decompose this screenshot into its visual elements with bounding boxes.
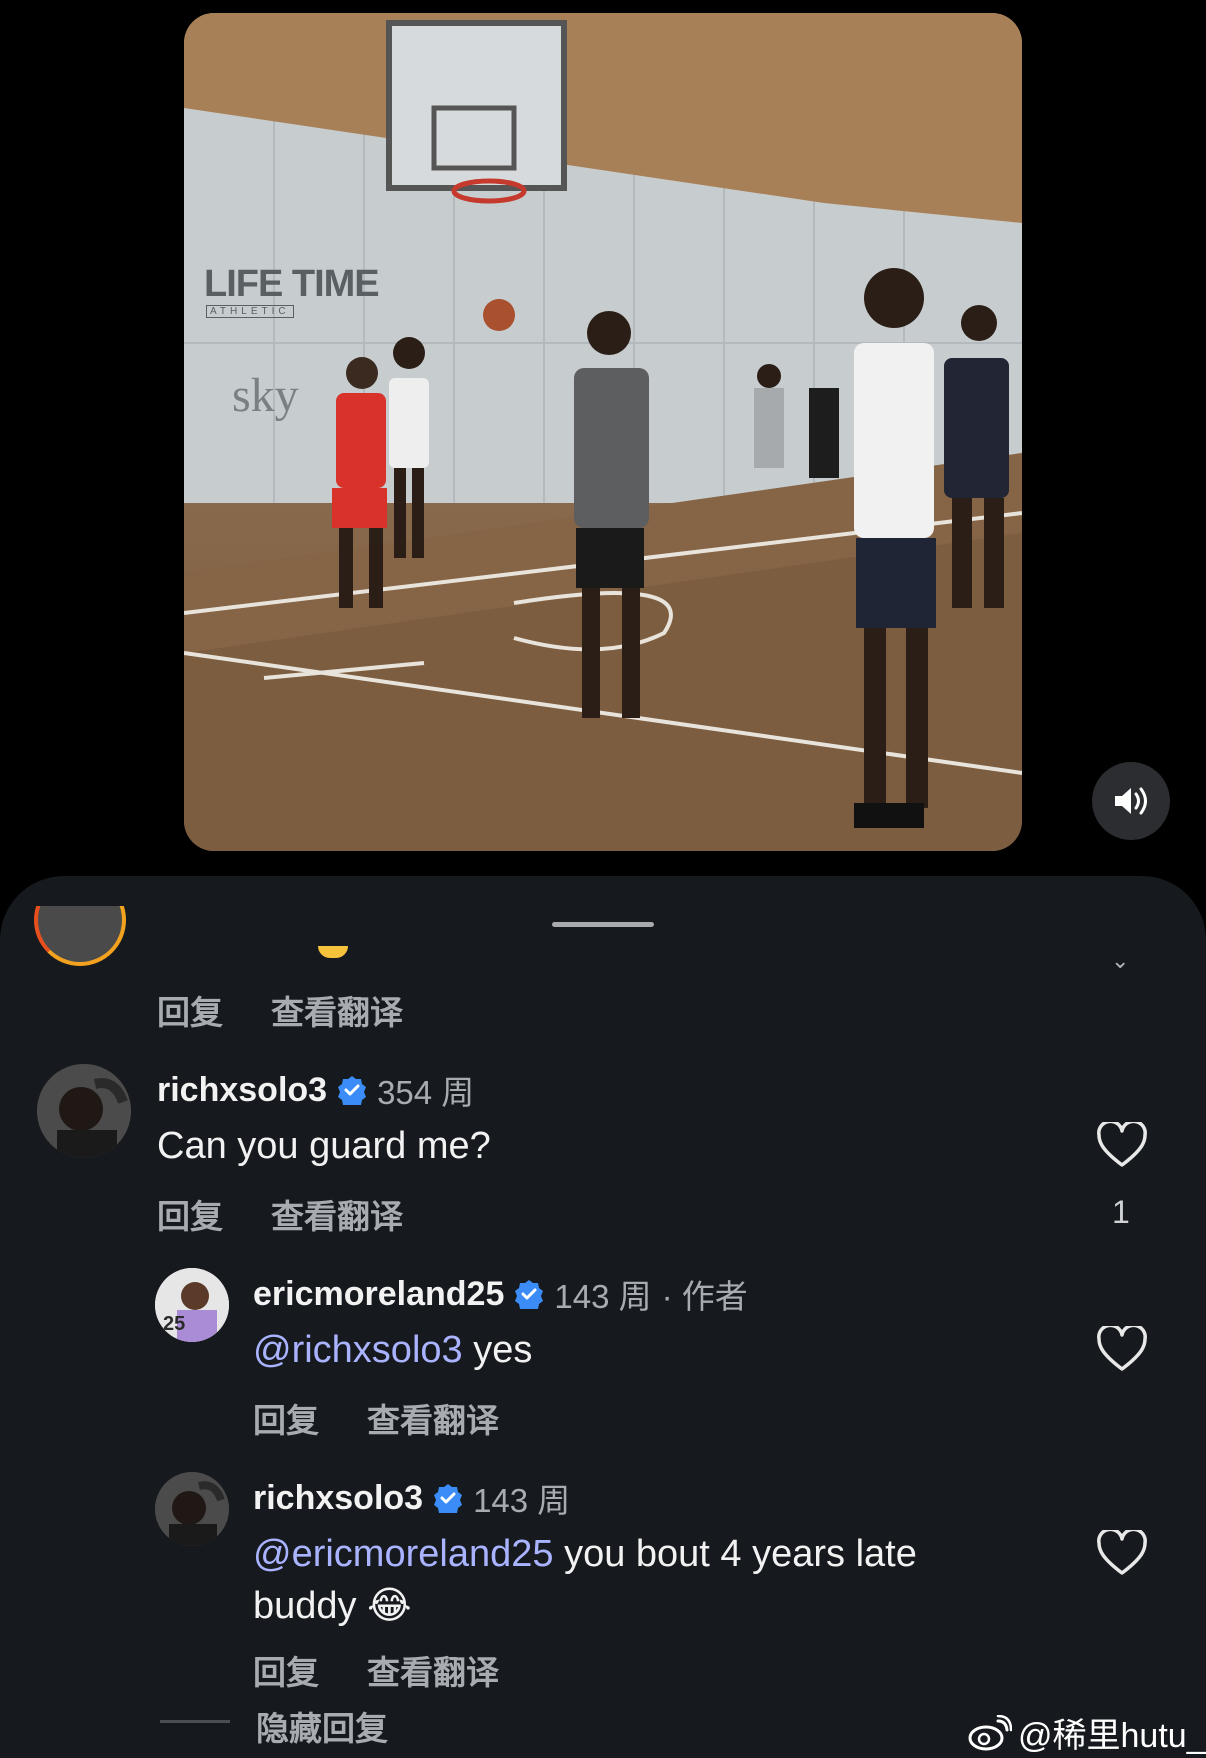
view-translation-button[interactable]: 查看翻译 bbox=[271, 1190, 403, 1238]
chevron-down-icon[interactable]: ⌄ bbox=[1111, 948, 1129, 974]
reply-text: @ericmoreland25 you bout 4 years late bu… bbox=[253, 1528, 1053, 1632]
reply-time: 143 周 bbox=[473, 1482, 571, 1519]
avatar[interactable]: 25 bbox=[155, 1268, 229, 1342]
reply-meta: ericmoreland25 143 周 · 作者 bbox=[253, 1270, 748, 1318]
verified-badge-icon bbox=[515, 1280, 544, 1309]
reply-time: 143 周 bbox=[554, 1278, 652, 1315]
reply-button[interactable]: 回复 bbox=[253, 1646, 319, 1694]
avatar-image bbox=[155, 1472, 229, 1546]
reply-text: @richxsolo3 yes bbox=[253, 1324, 532, 1376]
comment-meta: richxsolo3 354 周 bbox=[157, 1066, 474, 1114]
avatar[interactable] bbox=[34, 906, 126, 966]
comment-text: Can you guard me? bbox=[157, 1125, 491, 1167]
comment-actions: 回复 查看翻译 bbox=[157, 1190, 403, 1238]
verified-badge-icon bbox=[338, 1076, 367, 1105]
sound-toggle-button[interactable] bbox=[1092, 762, 1170, 840]
video-player[interactable]: LIFE TIME ATHLETIC sky bbox=[184, 13, 1022, 851]
avatar-image bbox=[37, 1064, 131, 1158]
comment-username[interactable]: richxsolo3 bbox=[157, 1071, 327, 1110]
reply-button[interactable]: 回复 bbox=[253, 1394, 319, 1442]
reply-actions: 回复 查看翻译 bbox=[253, 1394, 499, 1442]
reply-button[interactable]: 回复 bbox=[157, 1190, 223, 1238]
mention-link[interactable]: @richxsolo3 bbox=[253, 1329, 463, 1371]
avatar-image: 25 bbox=[155, 1268, 229, 1342]
video-frame bbox=[184, 13, 1022, 851]
hide-replies-button[interactable]: 隐藏回复 bbox=[256, 1702, 388, 1750]
weibo-watermark: @稀里hutu_ bbox=[968, 1708, 1206, 1757]
view-translation-button[interactable]: 查看翻译 bbox=[367, 1394, 499, 1442]
author-tag: · 作者 bbox=[661, 1278, 748, 1315]
view-translation-button[interactable]: 查看翻译 bbox=[367, 1646, 499, 1694]
svg-text:25: 25 bbox=[163, 1313, 185, 1335]
like-count: 1 bbox=[1112, 1194, 1130, 1230]
watermark-text: @稀里hutu_ bbox=[1018, 1717, 1206, 1755]
mention-link[interactable]: @ericmoreland25 bbox=[253, 1533, 554, 1575]
comment-time: 354 周 bbox=[377, 1074, 475, 1111]
weibo-logo-icon bbox=[968, 1714, 1012, 1750]
reply-text-line2: buddy 😂 bbox=[253, 1585, 412, 1627]
speaker-icon bbox=[1115, 787, 1147, 815]
avatar[interactable] bbox=[155, 1472, 229, 1546]
gym-sign-lifetime: LIFE TIME bbox=[204, 263, 380, 305]
view-translation-button[interactable]: 查看翻译 bbox=[271, 986, 403, 1034]
reply-username[interactable]: richxsolo3 bbox=[253, 1479, 423, 1518]
gym-sign-athletic: ATHLETIC bbox=[206, 305, 294, 318]
reply-username[interactable]: ericmoreland25 bbox=[253, 1275, 504, 1314]
reply-button[interactable]: 回复 bbox=[157, 986, 223, 1034]
reply-actions: 回复 查看翻译 bbox=[253, 1646, 499, 1694]
like-heart-icon[interactable] bbox=[1097, 1326, 1147, 1372]
reply-text-line1: you bout 4 years late bbox=[564, 1533, 917, 1575]
verified-badge-icon bbox=[434, 1484, 463, 1513]
comment-actions-prev: 回复 查看翻译 bbox=[157, 986, 403, 1034]
thread-line bbox=[160, 1720, 230, 1723]
like-heart-icon[interactable] bbox=[1097, 1530, 1147, 1576]
reply-meta: richxsolo3 143 周 bbox=[253, 1474, 570, 1522]
like-heart-icon[interactable] bbox=[1097, 1122, 1147, 1168]
sheet-drag-handle[interactable] bbox=[552, 922, 654, 927]
gym-sign-sky: sky bbox=[232, 369, 299, 422]
reply-text-content: yes bbox=[473, 1329, 533, 1371]
avatar[interactable] bbox=[37, 1064, 131, 1158]
